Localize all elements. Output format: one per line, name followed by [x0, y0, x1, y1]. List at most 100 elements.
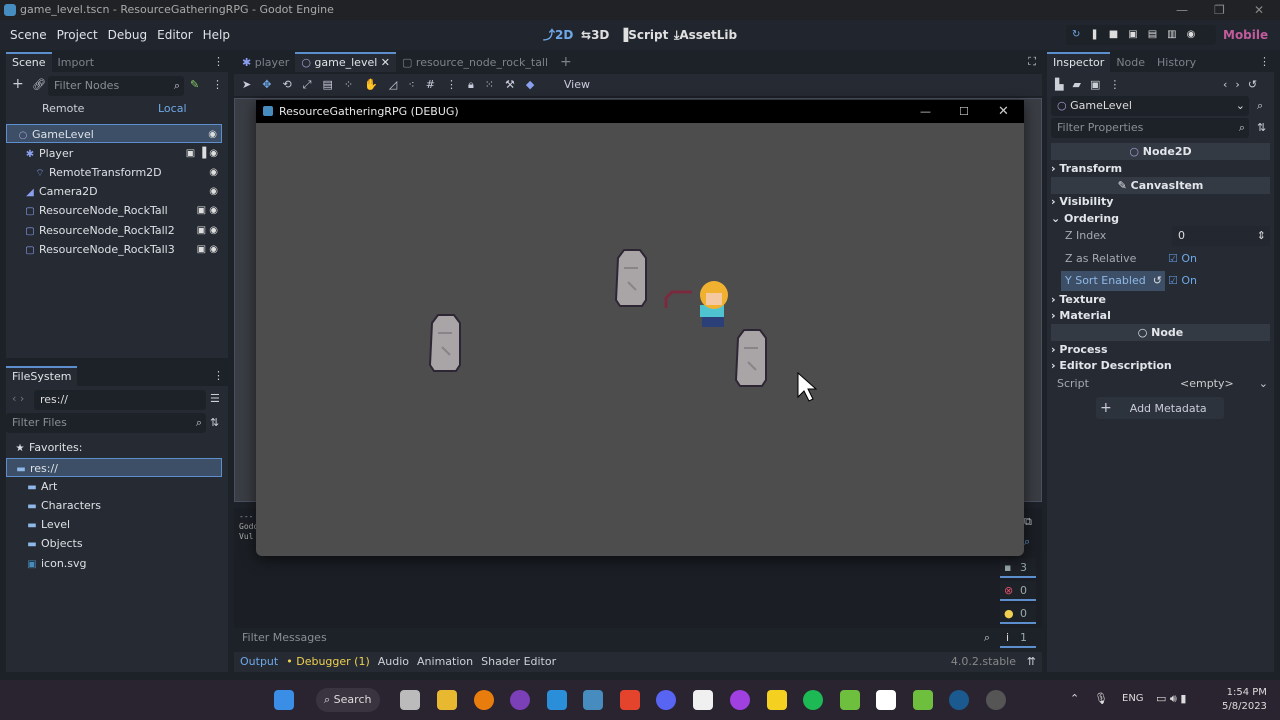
view-menu[interactable]: View: [564, 78, 590, 91]
tab-player[interactable]: ✱ player: [234, 53, 295, 73]
fs-item-art[interactable]: ▬ Art: [6, 477, 222, 496]
visibility-icon[interactable]: ◉: [209, 163, 218, 182]
visibility-icon[interactable]: ▣ ◉: [197, 221, 218, 240]
dock-menu-icon[interactable]: ⋮: [213, 366, 224, 386]
scene-menu-icon[interactable]: ⋮: [212, 78, 223, 91]
section-ordering[interactable]: ⌄ Ordering: [1051, 210, 1270, 227]
revert-icon[interactable]: ↺: [1153, 271, 1162, 291]
remote-tab[interactable]: Remote: [42, 102, 84, 115]
steam-icon[interactable]: [949, 690, 969, 710]
forward-icon[interactable]: ›: [1235, 78, 1247, 91]
fs-item-res[interactable]: ▬ res://: [6, 458, 222, 477]
save-resource-icon[interactable]: ▣: [1090, 78, 1109, 91]
bluestacks-icon[interactable]: [840, 690, 860, 710]
run-scene-icon[interactable]: ▤: [1148, 29, 1167, 40]
pivot-tool-icon[interactable]: ⁘: [344, 78, 364, 91]
workspace-assetlib[interactable]: ⤓AssetLib: [674, 20, 737, 50]
smart-snap-icon[interactable]: ⁖: [408, 78, 425, 91]
tree-node-camera[interactable]: ◢ Camera2D ◉: [6, 182, 222, 201]
game-viewport[interactable]: [256, 123, 1024, 556]
tab-output[interactable]: Output: [240, 652, 278, 672]
z-index-spinbox[interactable]: 0 ⇕: [1172, 226, 1270, 246]
menu-help[interactable]: Help: [203, 20, 230, 50]
game-minimize-button[interactable]: —: [920, 100, 931, 123]
tree-node-player[interactable]: ✱ Player ▣ ▐ ◉: [6, 144, 222, 163]
fs-item-level[interactable]: ▬ Level: [6, 515, 222, 534]
snap-menu-icon[interactable]: ⋮: [446, 78, 468, 91]
section-material[interactable]: › Material: [1051, 307, 1270, 324]
7zip-icon[interactable]: [876, 690, 896, 710]
pause-icon[interactable]: ❚: [1090, 29, 1108, 40]
dock-menu-icon[interactable]: ⋮: [213, 52, 224, 72]
reload-icon[interactable]: ↻: [1072, 29, 1090, 40]
filter-warnings-toggle[interactable]: ● 0: [1000, 604, 1036, 624]
workspace-script[interactable]: ▐Script: [619, 20, 668, 50]
tray-chevron-icon[interactable]: ⌃: [1070, 692, 1079, 705]
remote-debug-icon[interactable]: ▣: [1128, 29, 1147, 40]
menu-project[interactable]: Project: [57, 20, 98, 50]
section-visibility[interactable]: › Visibility: [1051, 193, 1270, 210]
filter-files-input[interactable]: Filter Files ⌕: [6, 413, 206, 433]
fs-item-icon[interactable]: ▣ icon.svg: [6, 554, 222, 573]
mail-icon[interactable]: [547, 690, 567, 710]
sticky-notes-icon[interactable]: [767, 690, 787, 710]
filter-properties-input[interactable]: Filter Properties ⌕: [1051, 118, 1249, 138]
language-indicator[interactable]: ENG: [1122, 693, 1144, 704]
brave-icon[interactable]: [620, 690, 640, 710]
tab-node[interactable]: Node: [1110, 53, 1151, 73]
select-tool-icon[interactable]: ➤: [242, 78, 262, 91]
task-view-icon[interactable]: [400, 690, 420, 710]
visibility-icon[interactable]: ◉: [208, 125, 217, 144]
new-resource-icon[interactable]: ▙: [1055, 78, 1072, 91]
microphone-icon[interactable]: 🎙︎: [1094, 692, 1108, 705]
restore-button[interactable]: ❐: [1214, 0, 1225, 20]
z-relative-checkbox[interactable]: ☑ On: [1168, 249, 1197, 269]
fs-favorites[interactable]: ★ Favorites:: [6, 438, 222, 457]
file-explorer-icon[interactable]: [437, 690, 457, 710]
recent-icon[interactable]: ↺: [1248, 78, 1265, 91]
group-icon[interactable]: ⁙: [485, 78, 505, 91]
ysort-checkbox[interactable]: ☑ On: [1168, 271, 1197, 291]
object-selector[interactable]: ○ GameLevel ⌄: [1051, 96, 1249, 116]
open-resource-icon[interactable]: ▰: [1072, 78, 1089, 91]
tree-node-gamelevel[interactable]: ○ GameLevel ◉: [6, 124, 222, 143]
spotify-icon[interactable]: [803, 690, 823, 710]
discord-icon[interactable]: [656, 690, 676, 710]
tab-scene[interactable]: Scene: [6, 52, 52, 72]
tab-import[interactable]: Import: [52, 53, 101, 73]
bluestacks-icon[interactable]: [913, 690, 933, 710]
github-icon[interactable]: [510, 690, 530, 710]
expand-panel-icon[interactable]: ⇈: [1027, 652, 1036, 672]
new-tab-button[interactable]: +: [554, 52, 578, 72]
property-options-icon[interactable]: ⇅: [1257, 121, 1266, 134]
tree-node-rock2[interactable]: ▢ ResourceNode_RockTall2 ▣ ◉: [6, 221, 222, 240]
bone-icon[interactable]: ⚒: [505, 78, 526, 91]
asana-icon[interactable]: [693, 690, 713, 710]
minimize-button[interactable]: —: [1176, 0, 1188, 20]
godot-icon[interactable]: [583, 690, 603, 710]
tree-node-rock3[interactable]: ▢ ResourceNode_RockTall3 ▣ ◉: [6, 240, 222, 259]
search-icon[interactable]: ⌕: [1024, 535, 1030, 549]
tab-filesystem[interactable]: FileSystem: [6, 366, 78, 386]
local-tab[interactable]: Local: [158, 102, 187, 115]
blender-icon[interactable]: [474, 690, 494, 710]
tab-rock[interactable]: ▢ resource_node_rock_tall: [396, 53, 554, 73]
run-custom-icon[interactable]: ▥: [1167, 29, 1186, 40]
section-transform[interactable]: › Transform: [1051, 160, 1270, 177]
section-texture[interactable]: › Texture: [1051, 291, 1270, 308]
docs-icon[interactable]: ⌕: [1257, 99, 1263, 113]
link-icon[interactable]: 🔗︎: [32, 78, 46, 91]
filter-messages-toggle[interactable]: ▪ 3: [1000, 558, 1036, 578]
fs-item-objects[interactable]: ▬ Objects: [6, 534, 222, 553]
mesh-icon[interactable]: ◆: [526, 78, 545, 91]
nav-arrows-icon[interactable]: ‹ ›: [12, 392, 24, 405]
menu-editor[interactable]: Editor: [157, 20, 193, 50]
lock-icon[interactable]: 🔒︎: [468, 78, 485, 91]
fs-item-characters[interactable]: ▬ Characters: [6, 496, 222, 515]
obs-icon[interactable]: [986, 690, 1006, 710]
back-icon[interactable]: ‹: [1223, 78, 1235, 91]
menu-scene[interactable]: Scene: [10, 20, 47, 50]
tab-shader-editor[interactable]: Shader Editor: [481, 652, 556, 672]
script-picker[interactable]: <empty> ⌄: [1180, 374, 1268, 394]
sort-icon[interactable]: ⇅: [210, 416, 219, 429]
